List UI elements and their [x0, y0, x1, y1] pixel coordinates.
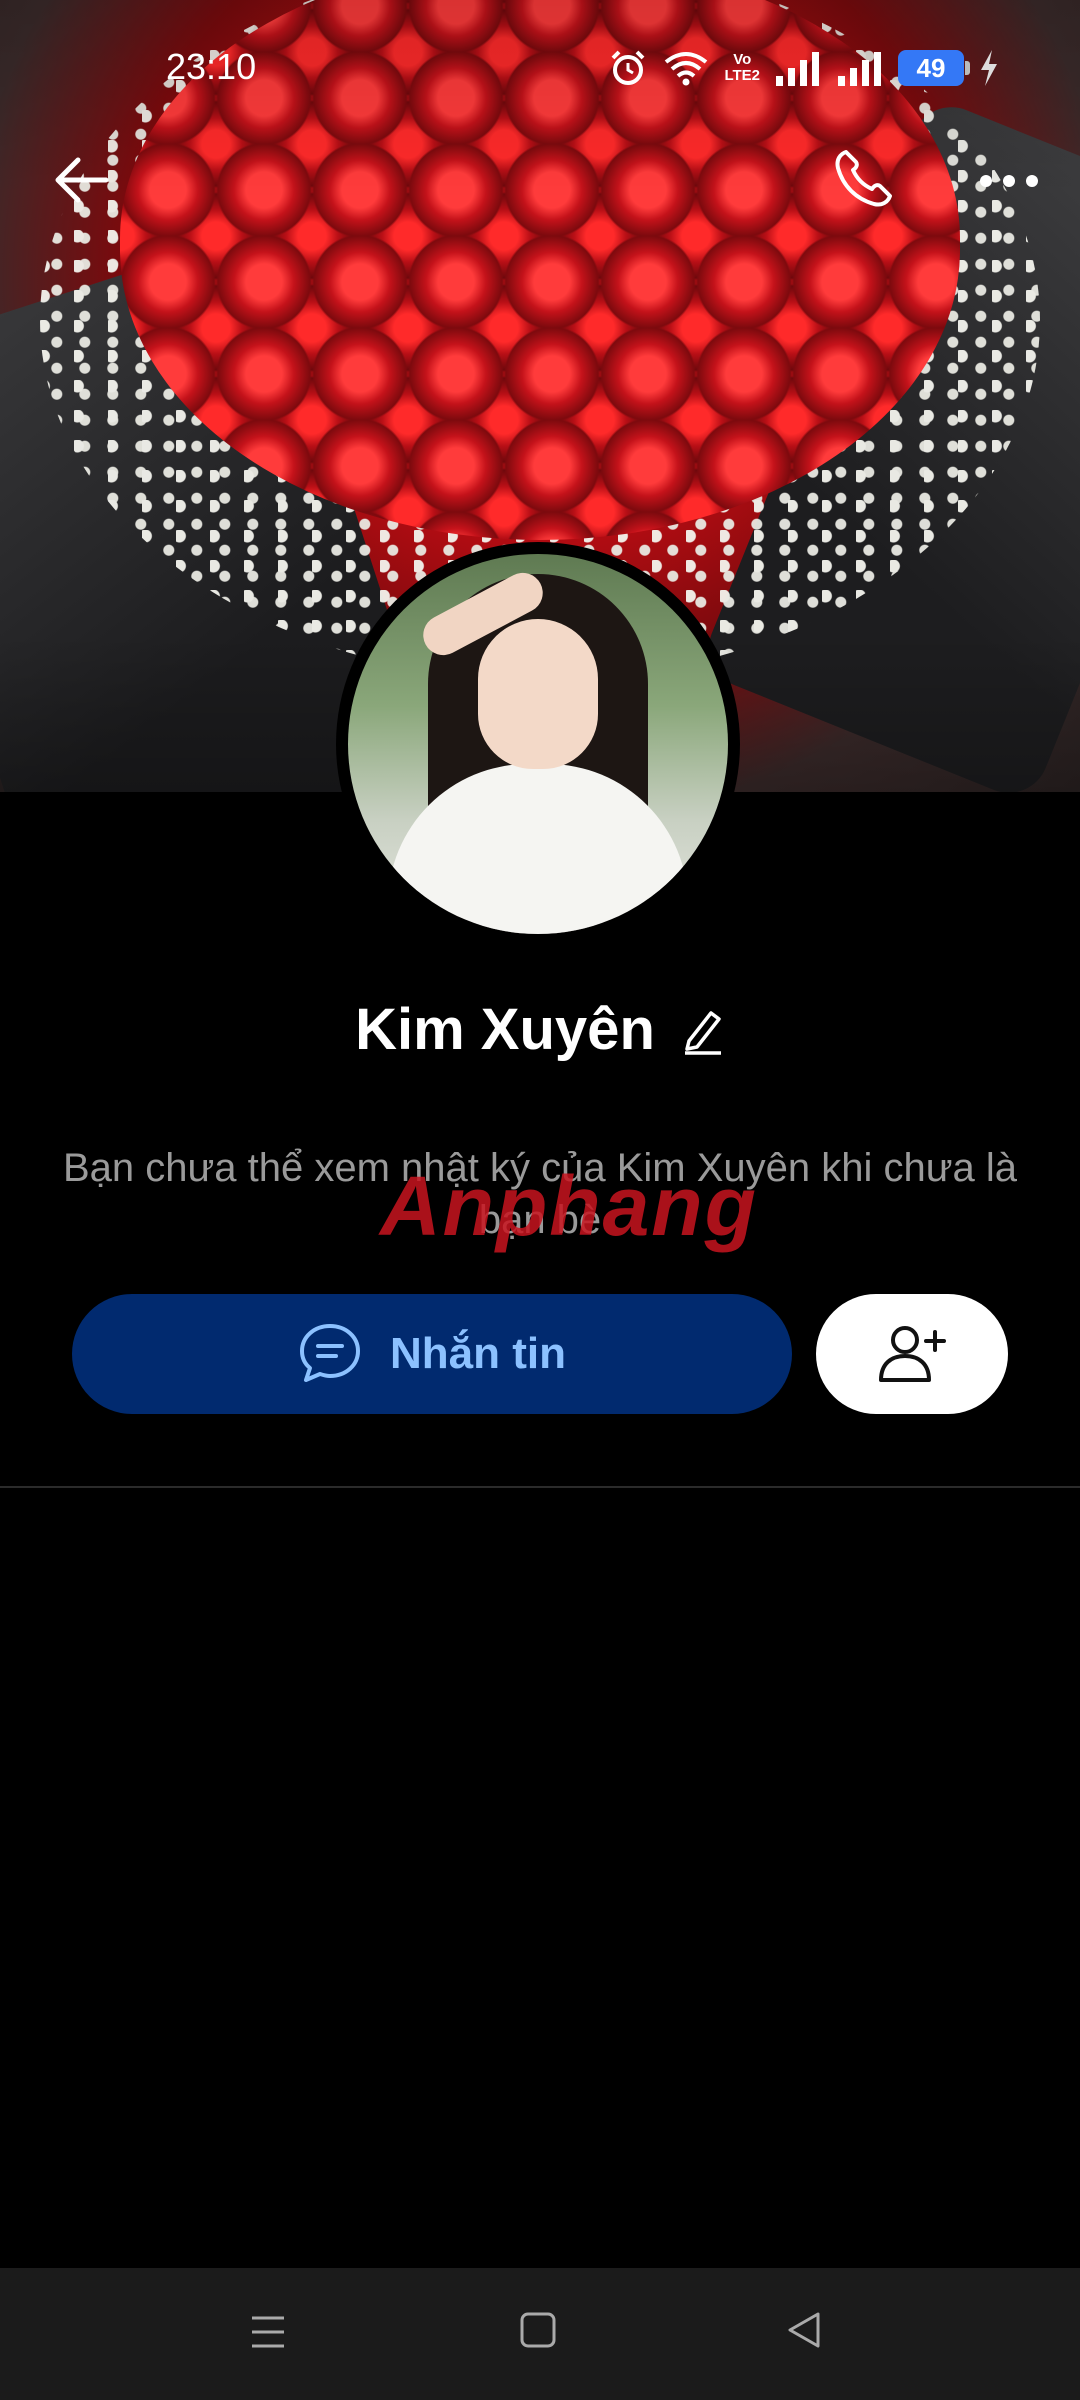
alarm-icon: [612, 50, 645, 85]
add-user-icon: [879, 1326, 946, 1382]
profile-screen: 23:10 Vo LTE2 49 Kim Xuyên Bạn chưa thể …: [0, 0, 1080, 2400]
back-arrow-icon[interactable]: [50, 148, 114, 212]
battery-icon: 49: [898, 50, 970, 86]
wifi-icon: [665, 52, 708, 86]
charging-icon: [981, 50, 997, 86]
status-icons: Vo LTE2 49: [608, 46, 1000, 90]
home-icon[interactable]: [518, 2310, 558, 2350]
add-friend-button[interactable]: [816, 1294, 1008, 1414]
message-button[interactable]: Nhắn tin: [72, 1294, 792, 1414]
edit-pencil-icon[interactable]: [681, 1005, 725, 1055]
signal-icon: [776, 52, 819, 86]
more-icon[interactable]: [974, 156, 1044, 206]
back-icon[interactable]: [784, 2310, 824, 2350]
volte-icon: Vo LTE2: [724, 51, 760, 84]
top-action-bar: [0, 136, 1080, 226]
signal-icon: [838, 52, 881, 86]
divider: [0, 1486, 1080, 1488]
message-button-label: Nhắn tin: [390, 1329, 566, 1378]
status-time: 23:10: [166, 46, 257, 87]
profile-name-row: Kim Xuyên: [0, 996, 1080, 1063]
avatar-photo: [348, 554, 728, 934]
status-bar: 23:10 Vo LTE2 49: [0, 0, 1080, 136]
profile-name: Kim Xuyên: [355, 997, 655, 1062]
avatar[interactable]: [336, 542, 740, 946]
phone-icon[interactable]: [830, 146, 896, 212]
chat-bubble-icon: [300, 1324, 360, 1382]
system-nav-bar: [0, 2268, 1080, 2400]
watermark-logo: Anphang: [380, 1159, 758, 1253]
menu-icon[interactable]: [248, 2312, 288, 2352]
